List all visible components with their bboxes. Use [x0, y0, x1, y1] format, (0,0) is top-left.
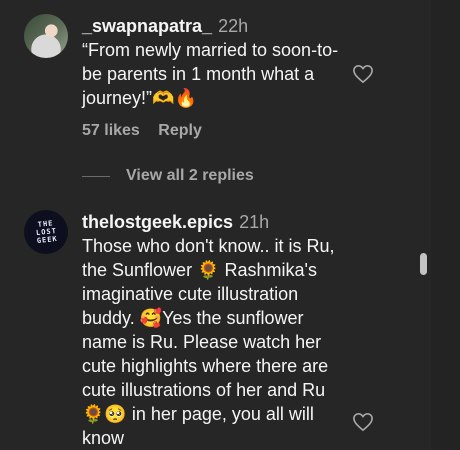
comment-body: _swapnapatra_ 22h “From newly married to …	[82, 14, 347, 110]
likes-count[interactable]: 57 likes	[82, 122, 140, 139]
heart-icon[interactable]	[352, 64, 374, 84]
replies-divider	[82, 175, 110, 177]
right-edge	[431, 0, 460, 450]
heart-icon[interactable]	[352, 412, 374, 432]
username[interactable]: thelostgeek.epics	[82, 212, 233, 232]
comment-text: “From newly married to soon-to-be parent…	[82, 40, 339, 108]
comment-body: thelostgeek.epics 21h Those who don't kno…	[82, 210, 347, 450]
avatar-logo-text: THE LOST GEEK	[35, 219, 58, 246]
comment-meta: 57 likes Reply	[82, 122, 216, 140]
reply-button[interactable]: Reply	[158, 122, 202, 139]
username[interactable]: _swapnapatra_	[82, 16, 212, 36]
comment-text: Those who don't know.. it is Ru, the Sun…	[82, 236, 335, 448]
comment-time: 21h	[239, 212, 270, 232]
view-replies-button[interactable]: View all 2 replies	[82, 166, 254, 186]
avatar[interactable]: THE LOST GEEK	[24, 210, 68, 254]
avatar[interactable]	[24, 14, 68, 58]
scrollbar-thumb[interactable]	[420, 253, 427, 275]
comment-time: 22h	[218, 16, 249, 36]
view-replies-label[interactable]: View all 2 replies	[126, 167, 254, 185]
